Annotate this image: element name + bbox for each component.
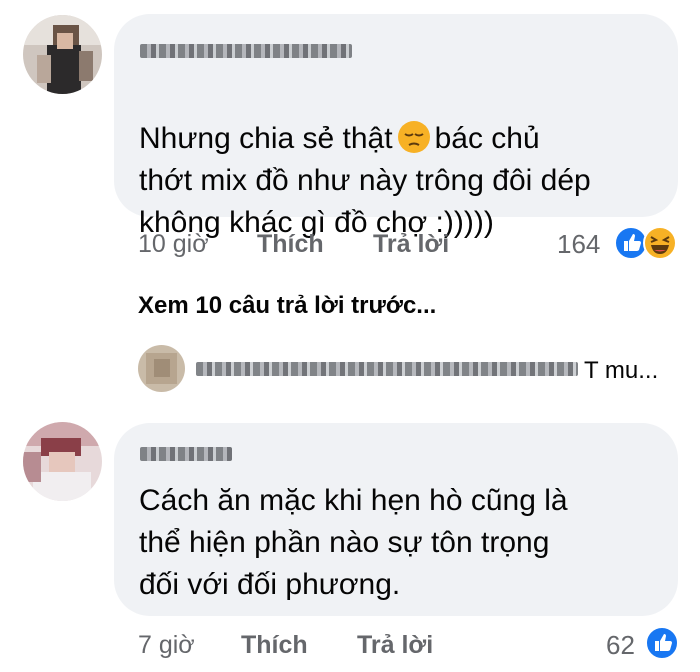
haha-reaction-icon <box>643 226 677 260</box>
reply-preview-text[interactable]: T mu... <box>584 356 658 386</box>
view-previous-replies-link[interactable]: Xem 10 câu trả lời trước... <box>138 291 436 321</box>
commenter-name-blurred[interactable] <box>140 447 232 461</box>
commenter-name-blurred[interactable] <box>140 44 352 58</box>
pensive-face-icon <box>397 121 430 153</box>
comment-text: Cách ăn mặc khi hẹn hò cũng là thể hiện … <box>139 484 568 601</box>
comment-timestamp[interactable]: 10 giờ <box>138 229 209 259</box>
comment-text-part: Nhưng chia sẻ thật <box>139 122 393 155</box>
reply-author-name-blurred[interactable] <box>196 362 578 376</box>
reaction-count[interactable]: 164 <box>557 229 600 259</box>
reply-avatar[interactable] <box>138 345 185 392</box>
comment-timestamp[interactable]: 7 giờ <box>138 630 195 660</box>
like-reaction-icon <box>645 626 679 660</box>
reply-button[interactable]: Trả lời <box>357 630 433 660</box>
reply-button[interactable]: Trả lời <box>373 229 449 259</box>
comment-text: Nhưng chia sẻ thật bác chủ thớt mix đồ n… <box>139 76 669 244</box>
avatar[interactable] <box>23 422 102 501</box>
reaction-count[interactable]: 62 <box>606 630 635 660</box>
like-button[interactable]: Thích <box>241 630 308 660</box>
like-button[interactable]: Thích <box>257 229 324 259</box>
avatar[interactable] <box>23 15 102 94</box>
